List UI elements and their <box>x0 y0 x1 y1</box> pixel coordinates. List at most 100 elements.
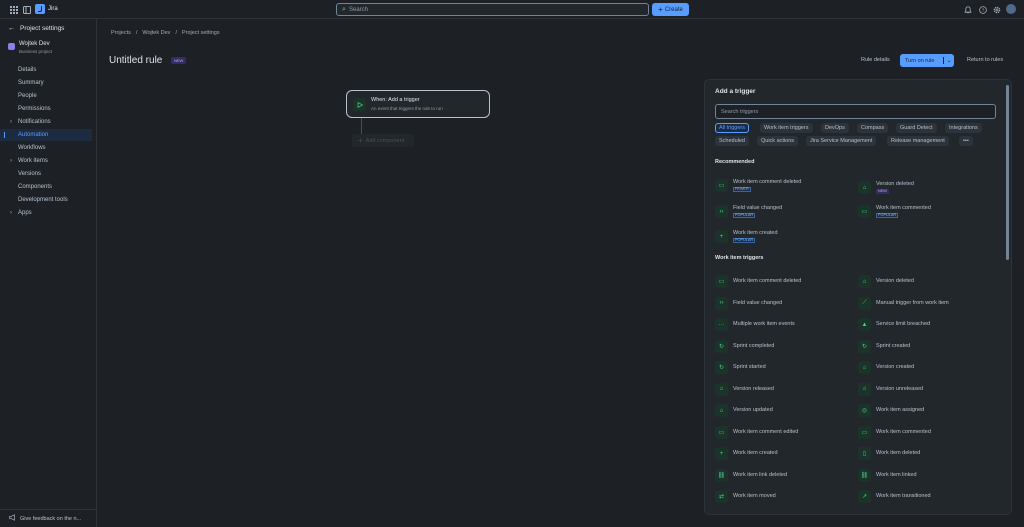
turn-on-rule-label: Turn on rule <box>905 57 935 64</box>
rule-details-button[interactable]: Rule details <box>861 57 890 63</box>
chip-guard-detect[interactable]: Guard Detect <box>896 123 937 133</box>
chip-more[interactable]: ••• <box>959 136 973 146</box>
breadcrumb-separator: / <box>175 30 177 36</box>
notifications-icon[interactable] <box>963 5 972 14</box>
rule-title[interactable]: Untitled rule <box>109 55 162 66</box>
sidebar-toggle-icon[interactable] <box>22 5 31 14</box>
trigger-option[interactable]: ▯ Work item deleted <box>858 445 998 463</box>
sidebar-item-development-tools[interactable]: Development tools <box>0 194 92 206</box>
trigger-option[interactable]: ⌂ Version updated <box>715 402 855 420</box>
trigger-option[interactable]: ⛓ Work item linked <box>858 467 998 485</box>
trigger-placeholder-card[interactable]: When: Add a trigger An event that trigge… <box>346 90 490 118</box>
trigger-option-label: Work item linked <box>876 471 917 478</box>
return-to-rules-button[interactable]: Return to rules <box>967 57 1003 63</box>
back-to-project-link[interactable]: ← Project settings <box>8 25 64 32</box>
chip-scheduled[interactable]: Scheduled <box>715 136 749 146</box>
turn-on-rule-button[interactable]: Turn on rule ⌄ <box>900 54 954 67</box>
trigger-option[interactable]: ⌂ Version deleted NEW <box>858 179 998 197</box>
sidebar-item-components[interactable]: Components <box>0 181 92 193</box>
trigger-option-label: Multiple work item events <box>733 321 795 327</box>
sidebar-item-work-items[interactable]: › Work items <box>0 155 92 167</box>
jira-logo[interactable] <box>35 4 45 14</box>
chip-integrations[interactable]: Integrations <box>945 123 982 133</box>
trigger-option[interactable]: ◎ Work item assigned <box>858 402 998 420</box>
project-type: Business project <box>19 49 53 54</box>
trigger-option[interactable]: ↻ Sprint started <box>715 359 855 377</box>
trigger-option[interactable]: ↻ Sprint created <box>858 338 998 356</box>
panel-scrollbar[interactable] <box>1006 85 1009 260</box>
sidebar-item-label: Workflows <box>18 145 46 151</box>
trigger-title: When: Add a trigger <box>371 97 420 103</box>
create-button[interactable]: + Create <box>652 3 689 16</box>
trigger-option[interactable]: ⌂ Version created <box>858 359 998 377</box>
trigger-option-label: Work item moved <box>733 493 776 499</box>
trigger-option[interactable]: ⇄ Work item moved <box>715 488 855 506</box>
sidebar-item-details[interactable]: Details <box>0 64 92 76</box>
trigger-search-input[interactable]: Search triggers <box>715 104 996 119</box>
give-feedback-button[interactable]: Give feedback on the n... <box>0 509 97 527</box>
chip-jira-service-management[interactable]: Jira Service Management <box>806 136 877 146</box>
trigger-option[interactable]: ▭ Work item comment edited <box>715 424 855 442</box>
trash-icon: ▯ <box>858 447 871 460</box>
trigger-option[interactable]: ⌂ Version released <box>715 381 855 399</box>
sidebar-item-summary[interactable]: Summary <box>0 77 92 89</box>
trigger-option[interactable]: ··· Multiple work item events <box>715 316 855 334</box>
trigger-option[interactable]: ▲ Service limit breached <box>858 316 998 334</box>
sidebar-item-apps[interactable]: › Apps <box>0 207 92 219</box>
trigger-option-label: Sprint completed <box>733 342 775 349</box>
trigger-option[interactable]: + Work item created <box>715 445 855 463</box>
trigger-badge: POPULAR <box>733 238 756 243</box>
trigger-option[interactable]: ▭ Work item commented <box>858 424 998 442</box>
global-search-input[interactable]: ⌕ Search <box>336 3 649 16</box>
trigger-option[interactable]: ▭ Work item comment deleted FEWER <box>715 177 855 195</box>
sidebar-item-people[interactable]: People <box>0 90 92 102</box>
chip-work-item-triggers[interactable]: Work item triggers <box>760 123 813 133</box>
breadcrumb-project[interactable]: Wojtek Dev <box>142 30 170 36</box>
chip-quick-actions[interactable]: Quick actions <box>757 136 799 146</box>
chip-compass[interactable]: Compass <box>857 123 889 133</box>
chip-devops[interactable]: DevOps <box>821 123 849 133</box>
trigger-option-label: Work item comment deleted <box>733 278 802 284</box>
sidebar-item-permissions[interactable]: Permissions <box>0 103 92 115</box>
app-switcher-icon[interactable] <box>9 5 18 14</box>
trigger-option[interactable]: ⛓ Work item link deleted <box>715 467 855 485</box>
trigger-option[interactable]: ▭ Work item comment deleted <box>715 273 855 291</box>
sidebar-item-workflows[interactable]: Workflows <box>0 142 92 154</box>
comment-icon: ▭ <box>858 425 871 439</box>
trigger-badge: POPULAR <box>876 213 899 218</box>
chip-release-management[interactable]: Release management <box>887 136 949 146</box>
trigger-option[interactable]: ↗ Work item transitioned <box>858 488 998 506</box>
help-icon[interactable]: ? <box>978 5 987 14</box>
trigger-option[interactable]: ‹› Field value changed POPULAR <box>715 203 855 221</box>
assign-icon: ◎ <box>858 404 871 417</box>
breadcrumb-settings[interactable]: Project settings <box>182 30 220 36</box>
trigger-option[interactable]: ⌂ Version deleted <box>858 273 998 291</box>
trigger-option[interactable]: ⌂ Version unreleased <box>858 381 998 399</box>
add-component-button[interactable]: + Add component <box>352 134 414 147</box>
sidebar-item-automation[interactable]: Automation <box>0 129 92 141</box>
trigger-option-label: Work item created <box>733 450 778 456</box>
chevron-down-icon[interactable]: ⌄ <box>943 57 954 64</box>
sidebar-item-versions[interactable]: Versions <box>0 168 92 180</box>
breadcrumb-separator: / <box>135 30 138 36</box>
sidebar-item-notifications[interactable]: › Notifications <box>0 116 92 128</box>
chevron-right-icon[interactable]: › <box>10 116 12 128</box>
trigger-option[interactable]: ↻ Sprint completed <box>715 338 855 356</box>
chevron-right-icon[interactable]: › <box>10 155 12 167</box>
settings-gear-icon[interactable] <box>992 5 1001 14</box>
chevron-right-icon[interactable]: › <box>10 207 12 219</box>
trigger-option[interactable]: ‹› Field value changed <box>715 295 855 313</box>
chip-all-triggers[interactable]: All triggers <box>715 123 749 133</box>
trigger-option-label: Work item link deleted <box>733 471 788 478</box>
trigger-option[interactable]: ▭ Work item commented POPULAR <box>858 203 998 221</box>
user-avatar[interactable] <box>1006 4 1016 14</box>
trigger-option[interactable]: ⟋ Manual trigger from work item <box>858 295 998 313</box>
plus-icon: + <box>715 447 728 460</box>
trigger-option-label: Version created <box>876 364 915 370</box>
app-name[interactable]: Jira <box>48 6 58 12</box>
trigger-option[interactable]: + Work item created POPULAR <box>715 228 855 246</box>
trigger-option-label: Version updated <box>733 407 773 413</box>
breadcrumb-projects[interactable]: Projects <box>111 30 131 36</box>
project-name: Wojtek Dev <box>19 41 50 47</box>
trigger-option-label: Field value changed <box>733 205 783 211</box>
